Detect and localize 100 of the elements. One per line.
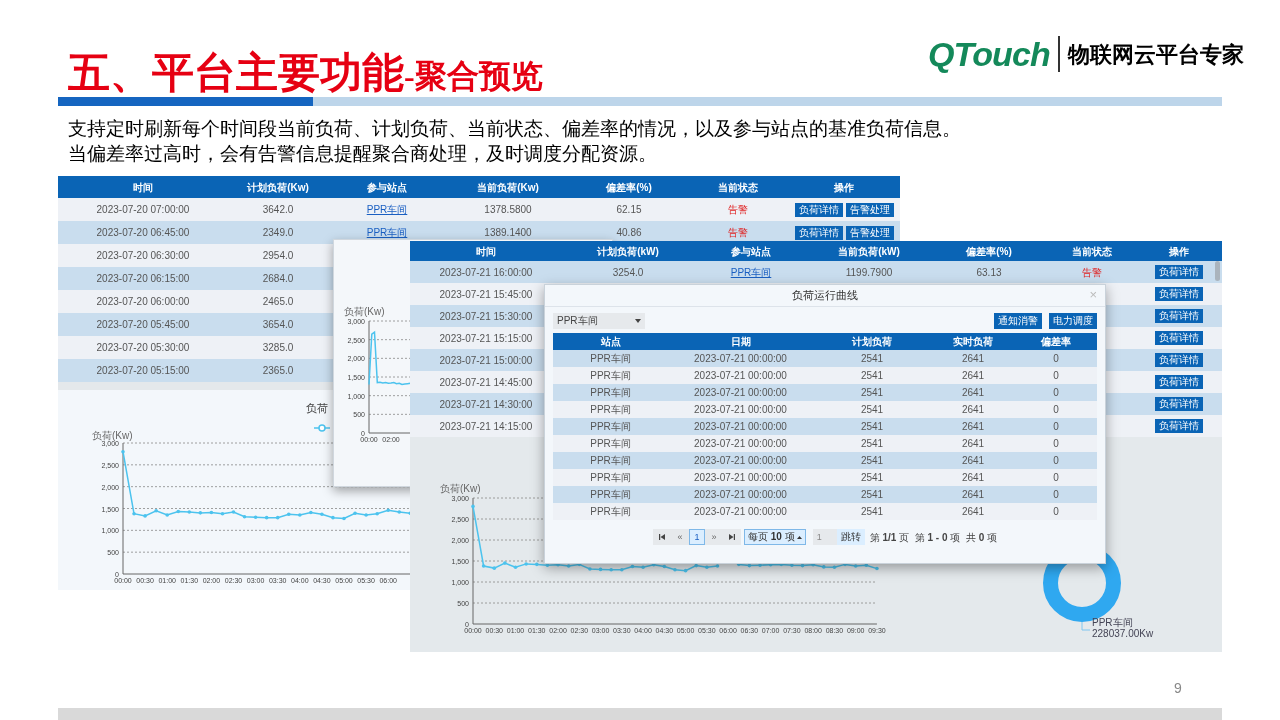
legend-line-icon (314, 424, 330, 432)
table-cell-text: 2023-07-21 00:00:00 (693, 488, 788, 502)
table-cell-text: 2541 (859, 488, 885, 502)
action-button[interactable]: 负荷详情 (1155, 353, 1203, 367)
action-button[interactable]: 负荷详情 (794, 225, 843, 240)
column-header: 操作 (833, 180, 855, 195)
action-button[interactable]: 负荷详情 (1155, 287, 1203, 301)
table-cell-text: PPR车间 (589, 386, 632, 400)
table-cell-text: 2023-07-20 06:45:00 (96, 226, 190, 240)
next-page-button[interactable]: » (705, 529, 723, 545)
table-cell-text: 2023-07-21 14:45:00 (439, 375, 533, 390)
dialog-button[interactable]: 通知消警 (994, 312, 1042, 329)
table-cell-text: 1378.5800 (484, 203, 532, 217)
table-cell-text: 2641 (960, 352, 986, 366)
page-button[interactable]: 1 (689, 529, 705, 545)
column-header: 当前状态 (1071, 244, 1113, 259)
table-cell-text: 2641 (960, 386, 986, 400)
page-size-select[interactable]: 每页 10 项 (744, 529, 806, 545)
dialog-button[interactable]: 电力调度 (1049, 312, 1097, 329)
table-cell-text: PPR车间 (589, 488, 632, 502)
scrollbar-thumb[interactable] (1215, 261, 1220, 281)
table-cell-text: 3254.0 (612, 265, 644, 280)
logo-tagline: 物联网云平台专家 (1068, 40, 1244, 69)
action-button[interactable]: 负荷详情 (1155, 375, 1203, 389)
status-text: 告警 (728, 226, 748, 240)
action-button[interactable]: 告警处理 (845, 225, 894, 240)
site-link[interactable]: PPR车间 (730, 264, 772, 280)
dialog-title: 负荷运行曲线 (792, 288, 858, 304)
table-cell-text: 62.15 (616, 203, 642, 217)
site-link[interactable]: PPR车间 (366, 225, 408, 240)
action-button[interactable]: 负荷详情 (1155, 331, 1203, 345)
table-cell-text: 2023-07-21 00:00:00 (693, 403, 788, 417)
status-text: 告警 (728, 203, 748, 217)
site-link[interactable]: PPR车间 (366, 202, 408, 217)
y-axis-label: 负荷(Kw) (92, 429, 133, 441)
table-cell-text: 2541 (859, 420, 885, 434)
page-number: 9 (1174, 679, 1182, 698)
column-header: 时间 (475, 244, 497, 259)
table-cell-text: 2023-07-20 07:00:00 (96, 203, 190, 217)
table-cell-text: 2023-07-21 00:00:00 (693, 437, 788, 451)
action-button[interactable]: 告警处理 (845, 202, 894, 217)
table-cell-text: 2641 (960, 454, 986, 468)
table-cell-text: 0 (1052, 369, 1060, 383)
table-cell-text: 2023-07-21 15:15:00 (439, 331, 533, 346)
table-cell-text: 2541 (859, 454, 885, 468)
table-cell-text: PPR车间 (589, 471, 632, 485)
action-button[interactable]: 负荷详情 (1155, 419, 1203, 433)
table-cell-text: 2023-07-21 14:15:00 (439, 419, 533, 434)
column-header: 当前负荷(kW) (837, 244, 901, 259)
table-cell-text: 2023-07-20 06:15:00 (96, 272, 190, 286)
column-header: 参与站点 (366, 180, 408, 195)
table-cell-text: 2641 (960, 437, 986, 451)
column-header: 实时负荷 (952, 335, 994, 349)
leader-line (1081, 621, 1091, 631)
skip-back-icon (659, 534, 665, 540)
column-header: 计划负荷(kW) (596, 244, 660, 259)
description-text: 支持定时刷新每个时间段当前负荷、计划负荷、当前状态、偏差率的情况，以及参与站点的基准负荷信息。 (68, 117, 962, 141)
table-cell-text: 2541 (859, 403, 885, 417)
table-cell-text: 2641 (960, 403, 986, 417)
table-cell-text: 0 (1052, 352, 1060, 366)
table-cell-text: 2023-07-21 00:00:00 (693, 386, 788, 400)
page-number-input[interactable]: 1 (812, 529, 837, 545)
action-button[interactable]: 负荷详情 (1155, 309, 1203, 323)
table-cell-text: 2023-07-21 00:00:00 (693, 352, 788, 366)
table-cell-text: 2954.0 (262, 249, 294, 263)
table-cell-text: 2684.0 (262, 272, 294, 286)
table-cell-text: 2023-07-21 00:00:00 (693, 369, 788, 383)
table-cell-text: 3642.0 (262, 203, 294, 217)
table-cell-text: 0 (1052, 437, 1060, 451)
jump-button[interactable]: 跳转 (836, 529, 865, 545)
table-cell-text: 1199.7900 (845, 265, 893, 280)
table-cell-text: 2023-07-20 06:30:00 (96, 249, 190, 263)
column-header: 偏差率(%) (605, 180, 653, 195)
site-dropdown[interactable]: PPR车间 (553, 312, 645, 329)
table-cell-text: 3285.0 (262, 341, 294, 355)
table-cell-text: 2023-07-20 05:15:00 (96, 364, 190, 378)
table-cell-text: 2023-07-21 00:00:00 (693, 505, 788, 519)
action-button[interactable]: 负荷详情 (794, 202, 843, 217)
table-cell-text: 1389.1400 (484, 226, 532, 240)
column-header: 偏差率 (1040, 335, 1072, 349)
table-cell-text: PPR车间 (589, 505, 632, 519)
action-button[interactable]: 负荷详情 (1155, 397, 1203, 411)
y-axis-label: 负荷(Kw) (344, 305, 385, 319)
table-cell-text: PPR车间 (589, 369, 632, 383)
table-cell-text: 2541 (859, 437, 885, 451)
table-cell-text: PPR车间 (589, 420, 632, 434)
table-cell-text: 0 (1052, 386, 1060, 400)
table-cell-text: 2023-07-20 06:00:00 (96, 295, 190, 309)
logo-wordmark: QTouch (927, 37, 1050, 71)
table-cell-text: 2641 (960, 505, 986, 519)
table-cell-text: PPR车间 (589, 437, 632, 451)
column-header: 日期 (729, 335, 752, 349)
previous-page-button[interactable]: « (671, 529, 689, 545)
table-cell-text: 2365.0 (262, 364, 294, 378)
status-text: 告警 (1082, 265, 1102, 280)
action-button[interactable]: 负荷详情 (1155, 265, 1203, 279)
table-cell-text: 2023-07-21 16:00:00 (439, 265, 533, 280)
column-header: 计划负荷(Kw) (246, 180, 310, 195)
table-cell-text: 3654.0 (262, 318, 294, 332)
column-header: 计划负荷 (851, 335, 893, 349)
